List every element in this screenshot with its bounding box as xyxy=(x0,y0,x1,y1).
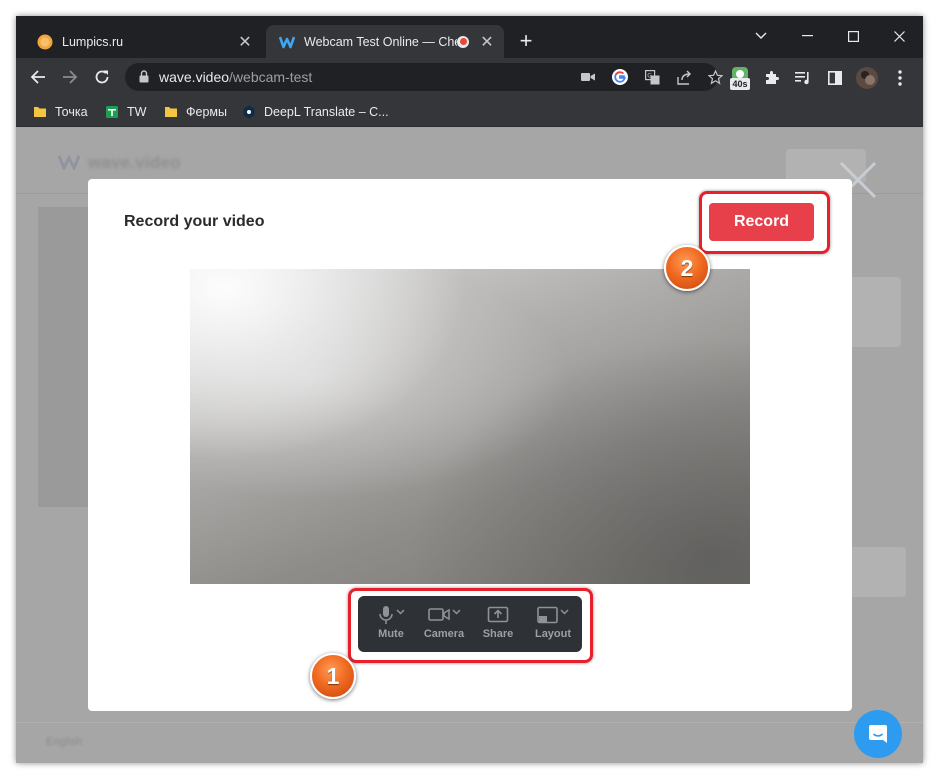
extensions-button[interactable] xyxy=(761,67,783,89)
record-modal: Record your video Record Mute Camera Sha… xyxy=(88,179,852,711)
chat-widget-button[interactable] xyxy=(854,710,902,758)
tab-close-icon[interactable]: ✕ xyxy=(477,32,497,52)
side-panel-icon xyxy=(828,71,842,85)
profile-button[interactable] xyxy=(856,67,878,89)
side-panel-button[interactable] xyxy=(824,67,846,89)
star-icon xyxy=(707,69,723,85)
modal-title: Record your video xyxy=(124,213,265,230)
tab-search-button[interactable] xyxy=(738,22,784,50)
translate-button[interactable]: G xyxy=(642,67,662,87)
close-icon xyxy=(893,30,905,42)
lumpics-favicon-icon xyxy=(37,34,53,49)
chevron-down-icon xyxy=(755,32,767,39)
new-tab-button[interactable]: + xyxy=(514,30,538,54)
close-window-button[interactable] xyxy=(876,22,922,50)
media-controls-button[interactable] xyxy=(792,67,814,89)
minimize-button[interactable] xyxy=(784,22,830,50)
tab-title: Lumpics.ru xyxy=(62,34,124,49)
url-text: wave.video/webcam-test xyxy=(159,69,312,85)
tab-close-icon[interactable]: ✕ xyxy=(235,32,255,52)
chat-icon xyxy=(869,725,887,743)
language-selector[interactable]: English xyxy=(46,736,82,748)
back-button[interactable] xyxy=(25,64,51,90)
camera-in-use-button[interactable] xyxy=(578,67,598,87)
reload-button[interactable] xyxy=(89,64,115,90)
bookmark-item[interactable]: TW xyxy=(105,102,146,122)
page-footer-divider xyxy=(16,722,923,723)
bookmark-item[interactable]: DeepL Translate – C... xyxy=(242,102,389,122)
address-bar[interactable]: wave.video/webcam-test G xyxy=(125,63,723,91)
tab-webcam-test[interactable]: Webcam Test Online — Chec ✕ xyxy=(266,25,504,58)
folder-icon xyxy=(165,107,177,117)
arrow-right-icon xyxy=(63,70,78,84)
puzzle-icon xyxy=(766,71,779,84)
page-content: wave.video English Record your video Rec… xyxy=(16,127,923,763)
maximize-icon xyxy=(847,30,859,42)
bookmark-label: DeepL Translate – C... xyxy=(264,105,389,119)
bookmarks-bar: Точка TW Фермы DeepL Translate – C... xyxy=(16,96,923,127)
avatar xyxy=(856,67,878,89)
share-icon xyxy=(676,70,691,85)
bookmark-item[interactable]: Точка xyxy=(33,102,88,122)
wave-logo-icon xyxy=(58,154,80,170)
tab-title: Webcam Test Online — Chec xyxy=(304,34,457,49)
tab-strip: Lumpics.ru ✕ Webcam Test Online — Chec ✕… xyxy=(16,16,923,58)
recording-indicator-icon xyxy=(457,35,469,48)
url-path: /webcam-test xyxy=(229,69,313,85)
bookmark-star-button[interactable] xyxy=(705,67,725,87)
svg-text:G: G xyxy=(647,72,652,79)
translate-icon: G xyxy=(644,69,659,84)
url-domain: wave.video xyxy=(159,69,230,85)
sheets-icon xyxy=(106,106,118,118)
lock-icon xyxy=(139,70,149,83)
video-camera-icon xyxy=(581,73,595,81)
extension-badge: 40s xyxy=(730,78,750,90)
arrow-left-icon xyxy=(30,70,45,84)
maximize-button[interactable] xyxy=(830,22,876,50)
bookmark-label: Точка xyxy=(55,105,88,119)
controls-highlight xyxy=(348,588,593,663)
minimize-icon xyxy=(801,35,813,37)
step-badge-2: 2 xyxy=(664,245,710,291)
forward-button[interactable] xyxy=(57,64,83,90)
more-vertical-icon xyxy=(898,70,902,86)
reload-icon xyxy=(95,70,109,84)
browser-toolbar: wave.video/webcam-test G 40s xyxy=(16,58,923,96)
share-page-button[interactable] xyxy=(674,67,694,87)
wave-video-favicon-icon xyxy=(279,36,295,48)
tab-lumpics[interactable]: Lumpics.ru ✕ xyxy=(24,25,262,58)
page-logo: wave.video xyxy=(88,153,181,172)
deepl-icon xyxy=(243,105,255,119)
folder-icon xyxy=(34,107,46,117)
record-highlight xyxy=(699,191,830,254)
menu-button[interactable] xyxy=(889,67,911,89)
timer-extension-button[interactable]: 40s xyxy=(728,64,752,92)
bookmark-label: TW xyxy=(127,105,147,119)
webcam-preview xyxy=(190,269,750,584)
google-lens-button[interactable] xyxy=(610,67,630,87)
google-icon xyxy=(612,69,628,85)
step-badge-1: 1 xyxy=(310,653,356,699)
bookmark-item[interactable]: Фермы xyxy=(164,102,227,122)
playlist-icon xyxy=(795,72,809,85)
bookmark-label: Фермы xyxy=(186,105,227,119)
browser-window: Lumpics.ru ✕ Webcam Test Online — Chec ✕… xyxy=(16,16,923,763)
